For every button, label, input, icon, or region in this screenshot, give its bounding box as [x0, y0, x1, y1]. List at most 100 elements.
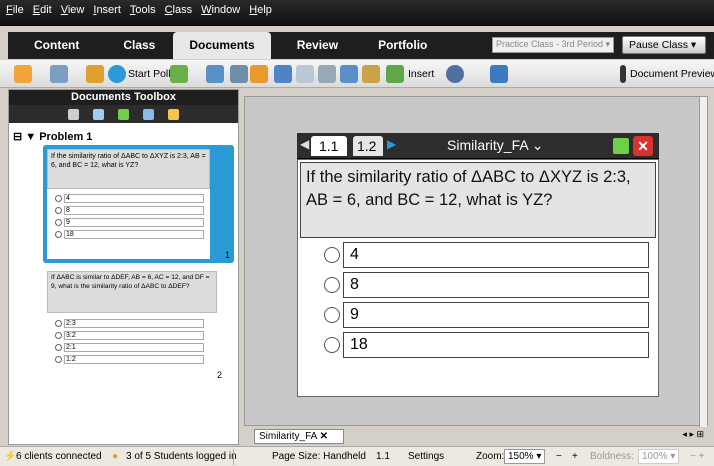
send-to-class-icon[interactable] [86, 65, 104, 83]
boldness-value: 100% [642, 451, 668, 462]
page-tab-1-2[interactable]: 1.2 [353, 136, 383, 156]
answer-option-3[interactable]: 9 [324, 302, 649, 328]
menu-view[interactable]: View [61, 4, 85, 16]
menu-tools[interactable]: Tools [130, 4, 156, 16]
thumb1-option-2: 8 [55, 206, 204, 215]
next-page-icon[interactable]: ▶ [387, 137, 396, 151]
pause-class-button[interactable]: Pause Class ▾ [622, 36, 706, 54]
radio-option-4[interactable] [324, 337, 340, 353]
tab-review[interactable]: Review [271, 32, 364, 59]
documents-toolbox: Documents Toolbox ⊟ ▼ Problem 1 If the s… [8, 89, 239, 445]
thumb1-option-3: 9 [55, 218, 204, 227]
page-thumbnail-2[interactable]: If ΔABC is similar to ΔDEF, AB = 6, AC =… [47, 271, 217, 381]
document-tab[interactable]: Similarity_FA ✕ [254, 429, 344, 444]
document-page: If the similarity ratio of ΔABC to ΔXYZ … [297, 159, 659, 397]
cut-icon[interactable] [318, 65, 336, 83]
students-icon: ● [112, 451, 119, 462]
screen-capture-icon[interactable] [50, 65, 68, 83]
problem-label: Problem 1 [39, 131, 93, 143]
undo-icon[interactable] [274, 65, 292, 83]
handheld-keypad-icon[interactable] [118, 108, 129, 120]
answer-option-3-label: 9 [343, 302, 649, 328]
tab-portfolio[interactable]: Portfolio [364, 32, 441, 59]
copy-icon[interactable] [340, 65, 358, 83]
tab-class[interactable]: Class [105, 32, 173, 59]
page-tab-1-1[interactable]: 1.1 [311, 136, 347, 156]
answer-option-4-label: 18 [343, 332, 649, 358]
answer-option-2[interactable]: 8 [324, 272, 649, 298]
tools-icon[interactable] [68, 108, 79, 120]
connection-icon: ⚡ [4, 451, 17, 462]
menu-edit[interactable]: Edit [33, 4, 52, 16]
class-select[interactable]: Practice Class - 3rd Period ▾ [492, 37, 614, 53]
document-title-label: Similarity_FA [447, 137, 528, 153]
document-preview-label[interactable]: Document Preview [630, 68, 714, 80]
menu-help[interactable]: Help [249, 4, 272, 16]
menu-class[interactable]: Class [165, 4, 193, 16]
document-header: ◀ 1.1 1.2 ▶ Similarity_FA ⌄ ✕ [297, 133, 659, 159]
radio-option-2[interactable] [324, 277, 340, 293]
tab-content[interactable]: Content [8, 32, 105, 59]
tab-scroll-icon[interactable]: ◂ ▸ ⊞ [682, 429, 704, 440]
answer-option-1-label: 4 [343, 242, 649, 268]
boldness-select[interactable]: 100% ▾ [638, 449, 680, 464]
zoom-label: Zoom: [476, 451, 505, 462]
settings-link[interactable]: Settings [408, 451, 444, 462]
answer-option-1[interactable]: 4 [324, 242, 649, 268]
battery-icon [613, 138, 629, 154]
save-icon[interactable] [230, 65, 248, 83]
layout-icon[interactable] [490, 65, 508, 83]
start-poll-icon[interactable] [108, 65, 126, 83]
page-number-1: 1 [224, 250, 230, 260]
page-number: 1.1 [376, 451, 390, 462]
thumb2-option-3: 2:1 [55, 343, 204, 352]
page-thumbnail-1[interactable]: If the similarity ratio of ΔABC to ΔXYZ … [43, 145, 234, 263]
problem-header[interactable]: ⊟ ▼ Problem 1 [13, 130, 92, 143]
page-size[interactable]: Page Size: Handheld [272, 451, 366, 462]
document-tab-strip: Similarity_FA ✕ ◂ ▸ ⊞ [244, 427, 708, 444]
menu-window[interactable]: Window [201, 4, 240, 16]
pause-class-label: Pause Class [629, 39, 688, 51]
tab-documents[interactable]: Documents [173, 32, 271, 59]
zoom-select[interactable]: 150% ▾ [504, 449, 546, 464]
open-icon[interactable] [206, 65, 224, 83]
toolbox-icon-bar [9, 105, 238, 123]
zoom-out-button[interactable]: − [556, 451, 562, 462]
document-title[interactable]: Similarity_FA ⌄ [447, 137, 544, 154]
redo-icon[interactable] [296, 65, 314, 83]
class-icon[interactable] [250, 65, 268, 83]
start-poll-label[interactable]: Start Poll [128, 68, 171, 80]
thumb2-option-4: 1:2 [55, 355, 204, 364]
calculator-icon[interactable] [446, 65, 464, 83]
toolbox-title: Documents Toolbox [9, 90, 238, 105]
students-logged-in: 3 of 5 Students logged in [126, 451, 237, 462]
boldness-buttons[interactable]: − + [690, 451, 704, 462]
boldness-label: Boldness: [590, 451, 634, 462]
thumbnail-question-1: If the similarity ratio of ΔABC to ΔXYZ … [47, 149, 210, 189]
quick-poll-icon[interactable] [170, 65, 188, 83]
content-icon[interactable] [143, 108, 154, 120]
menu-insert[interactable]: Insert [93, 4, 121, 16]
radio-option-1[interactable] [324, 247, 340, 263]
radio-option-3[interactable] [324, 307, 340, 323]
users-icon[interactable] [14, 65, 32, 83]
utilities-icon[interactable] [168, 108, 179, 120]
zoom-in-button[interactable]: + [572, 451, 578, 462]
page-sorter-icon[interactable] [93, 108, 104, 120]
insert-page-icon[interactable] [386, 65, 404, 83]
vertical-scrollbar[interactable] [699, 97, 707, 427]
insert-label[interactable]: Insert [408, 68, 434, 80]
answer-option-4[interactable]: 18 [324, 332, 649, 358]
menu-file[interactable]: File [6, 4, 24, 16]
zoom-value: 150% [508, 451, 534, 462]
prev-page-icon[interactable]: ◀ [300, 137, 309, 151]
thumb2-option-2: 3:2 [55, 331, 204, 340]
document-tab-label: Similarity_FA [259, 431, 317, 442]
paste-icon[interactable] [362, 65, 380, 83]
main-toolbar: Start Poll Insert Document Preview [0, 60, 714, 88]
answer-option-2-label: 8 [343, 272, 649, 298]
close-tab-icon[interactable]: ✕ [320, 431, 328, 442]
thumbnail-question-2: If ΔABC is similar to ΔDEF, AB = 6, AC =… [47, 271, 217, 313]
handheld-icon [620, 65, 626, 83]
close-icon[interactable]: ✕ [633, 136, 653, 156]
